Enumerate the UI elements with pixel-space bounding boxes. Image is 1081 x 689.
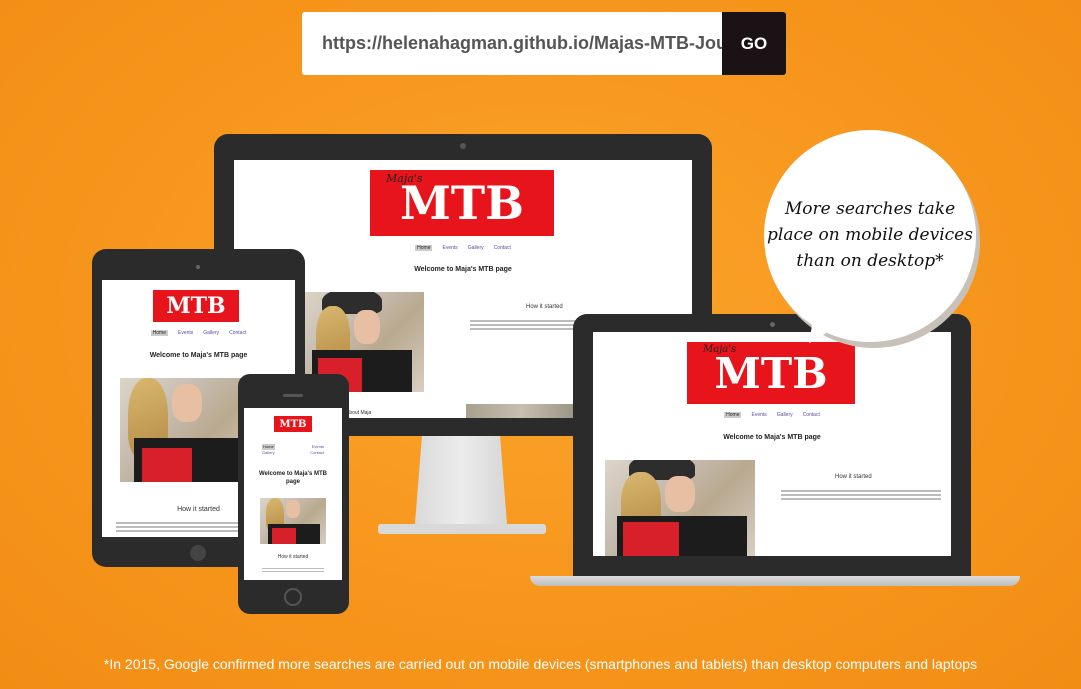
phone-section-title: How it started [277,554,309,560]
url-bar: GO [302,12,786,75]
nav-gallery[interactable]: Gallery [262,450,275,456]
tablet-logo: MTB [153,290,239,322]
monitor-base [378,524,546,534]
laptop-welcome: Welcome to Maja's MTB page [723,434,821,441]
tablet-nav: Home Events Gallery Contact [102,330,295,336]
nav-home[interactable]: Home [150,330,168,336]
tablet-welcome: Welcome to Maja's MTB page [149,352,248,359]
footnote: *In 2015, Google confirmed more searches… [103,656,978,672]
monitor-neck [414,436,508,528]
nav-contact[interactable]: Contact [229,330,246,336]
nav-contact[interactable]: Contact [310,450,324,456]
nav-home[interactable]: Home [724,412,742,418]
desktop-nav: Home Events Gallery Contact [234,245,692,251]
phone-home-button[interactable] [284,588,302,606]
url-input[interactable] [302,12,722,75]
laptop-screen: Maja's MTB Home Events Gallery Contact W… [593,332,951,556]
nav-home[interactable]: Home [415,245,433,251]
laptop-text-lines [781,488,941,502]
desktop-logo: Maja's MTB [370,170,554,236]
nav-contact[interactable]: Contact [494,245,511,251]
phone-logo: MTB [274,416,312,432]
tablet-home-button[interactable] [190,545,206,561]
nav-events[interactable]: Events [751,412,766,418]
phone: MTB Home Events Gallery Contact Welcome to… [238,374,349,614]
laptop-camera [770,322,775,327]
nav-events[interactable]: Events [178,330,193,336]
laptop: Maja's MTB Home Events Gallery Contact W… [530,314,1020,590]
phone-text-lines [262,566,324,574]
laptop-base [530,576,1020,586]
speech-bubble: More searches take place on mobile devic… [764,130,976,355]
laptop-nav: Home Events Gallery Contact [593,412,951,418]
phone-screen: MTB Home Events Gallery Contact Welcome to… [244,408,342,580]
tablet-camera [196,265,200,269]
laptop-photo [605,460,755,556]
phone-speaker [283,394,303,397]
nav-contact[interactable]: Contact [803,412,820,418]
desktop-section-title: How it started [526,304,563,310]
go-button[interactable]: GO [722,12,786,75]
phone-nav: Home Events Gallery Contact [262,444,324,456]
bubble-text: More searches take place on mobile devic… [767,199,973,271]
nav-gallery[interactable]: Gallery [777,412,793,418]
phone-photo [260,498,326,544]
phone-welcome: Welcome to Maja's MTB page [259,471,327,485]
nav-gallery[interactable]: Gallery [468,245,484,251]
camera-dot [460,143,466,149]
nav-gallery[interactable]: Gallery [203,330,219,336]
desktop-about: About Maja [346,410,372,416]
laptop-section-title: How it started [835,474,872,480]
nav-events[interactable]: Events [442,245,457,251]
